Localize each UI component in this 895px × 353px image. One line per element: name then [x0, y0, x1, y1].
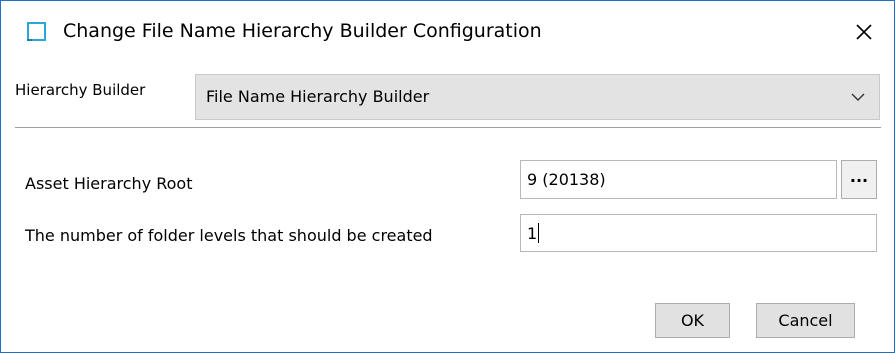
browse-button[interactable]: ... — [841, 160, 877, 199]
ok-button[interactable]: OK — [655, 303, 730, 338]
chevron-down-icon — [851, 92, 865, 102]
asset-hierarchy-root-label: Asset Hierarchy Root — [25, 174, 193, 193]
folder-levels-value: 1 — [527, 223, 538, 243]
folder-levels-label: The number of folder levels that should … — [25, 226, 433, 245]
close-icon — [856, 24, 872, 40]
title-bar: Change File Name Hierarchy Builder Confi… — [1, 1, 894, 63]
close-button[interactable] — [847, 15, 881, 49]
asset-hierarchy-root-field[interactable]: 9 (20138) — [520, 160, 837, 199]
app-window-icon — [27, 22, 46, 41]
section-divider — [15, 127, 881, 128]
hierarchy-builder-value: File Name Hierarchy Builder — [206, 87, 430, 106]
cancel-button[interactable]: Cancel — [756, 303, 855, 338]
text-caret — [538, 223, 540, 243]
asset-hierarchy-root-value: 9 (20138) — [527, 170, 606, 189]
hierarchy-builder-label: Hierarchy Builder — [15, 81, 146, 99]
dialog-title: Change File Name Hierarchy Builder Confi… — [63, 20, 542, 42]
dialog-window: Change File Name Hierarchy Builder Confi… — [0, 0, 895, 353]
folder-levels-field[interactable]: 1 — [520, 214, 877, 252]
hierarchy-builder-select[interactable]: File Name Hierarchy Builder — [195, 74, 880, 120]
